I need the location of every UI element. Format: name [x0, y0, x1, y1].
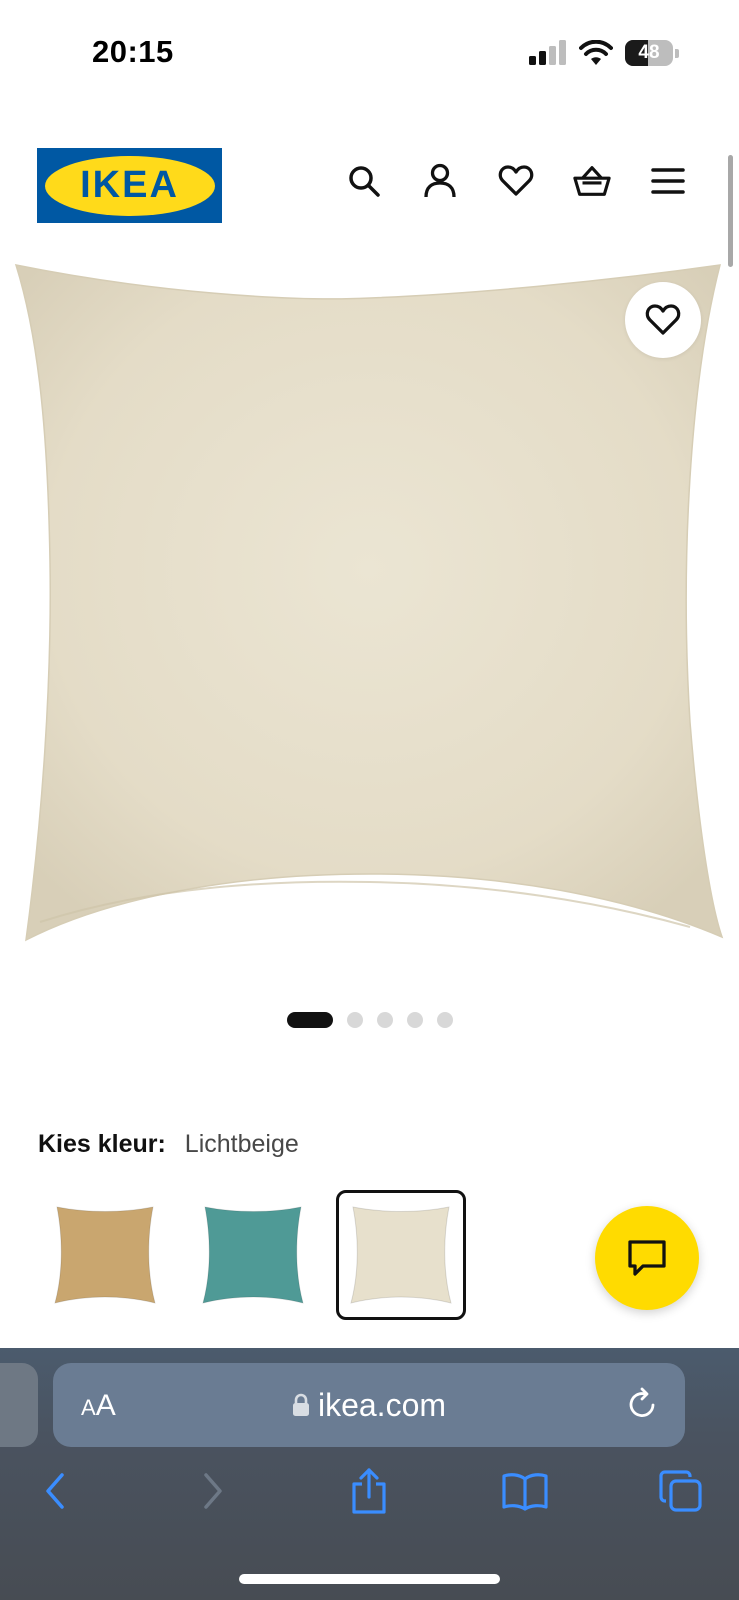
- url-display[interactable]: ikea.com: [53, 1387, 685, 1424]
- ikea-logo[interactable]: IKEA: [37, 148, 222, 223]
- wifi-icon: [579, 40, 613, 65]
- basket-icon[interactable]: [573, 162, 611, 200]
- battery-tip: [675, 48, 679, 58]
- color-swatch-lichtbeige[interactable]: [336, 1190, 466, 1320]
- swatch-pillow: [202, 1206, 304, 1304]
- pillow-shape: [14, 264, 724, 942]
- chat-button[interactable]: [595, 1206, 699, 1310]
- share-icon[interactable]: [344, 1466, 394, 1516]
- forward-icon[interactable]: [188, 1466, 238, 1516]
- lock-icon: [292, 1393, 309, 1416]
- site-header: IKEA: [0, 140, 739, 230]
- browser-nav-bar: [0, 1466, 739, 1526]
- previous-tab[interactable]: [0, 1363, 38, 1447]
- color-swatch-goudbruin[interactable]: [40, 1190, 170, 1320]
- tabs-icon[interactable]: [656, 1466, 706, 1516]
- swatch-pillow: [54, 1206, 156, 1304]
- search-icon[interactable]: [345, 162, 383, 200]
- carousel-dot[interactable]: [346, 1012, 363, 1028]
- color-value: Lichtbeige: [184, 1130, 299, 1158]
- heart-icon: [645, 304, 681, 335]
- chat-icon: [628, 1240, 666, 1276]
- product-image[interactable]: [0, 262, 739, 982]
- address-bar[interactable]: AA ikea.com: [53, 1363, 685, 1447]
- color-swatch-turkoois[interactable]: [188, 1190, 318, 1320]
- battery-level: 48: [638, 42, 660, 63]
- header-nav: [345, 162, 687, 200]
- bookmarks-icon[interactable]: [500, 1466, 550, 1516]
- swatch-pillow: [350, 1206, 452, 1304]
- carousel-dot[interactable]: [406, 1012, 423, 1028]
- heart-icon[interactable]: [497, 162, 535, 200]
- status-time: 20:15: [92, 34, 174, 69]
- favorite-button[interactable]: [625, 282, 701, 358]
- status-icons: 48: [529, 40, 679, 66]
- url-text: ikea.com: [317, 1387, 447, 1423]
- carousel-dots: [0, 1012, 739, 1028]
- logo-oval: IKEA: [44, 155, 215, 216]
- color-swatches: [40, 1190, 466, 1320]
- back-icon[interactable]: [30, 1466, 80, 1516]
- carousel-dot[interactable]: [286, 1012, 333, 1028]
- menu-icon[interactable]: [649, 162, 687, 200]
- carousel-dot[interactable]: [436, 1012, 453, 1028]
- scroll-indicator[interactable]: [728, 155, 733, 267]
- account-icon[interactable]: [421, 162, 459, 200]
- reload-icon[interactable]: [625, 1387, 659, 1426]
- browser-toolbar: AA ikea.com: [0, 1348, 739, 1600]
- carousel-dot[interactable]: [376, 1012, 393, 1028]
- color-chooser: Kies kleur: Lichtbeige: [38, 1130, 299, 1159]
- color-label: Kies kleur:: [38, 1130, 166, 1158]
- battery-icon: 48: [625, 40, 673, 66]
- logo-text: IKEA: [80, 164, 179, 206]
- status-bar: 20:15 48: [0, 0, 739, 110]
- home-indicator[interactable]: [239, 1574, 500, 1584]
- cellular-signal-icon: [529, 40, 566, 65]
